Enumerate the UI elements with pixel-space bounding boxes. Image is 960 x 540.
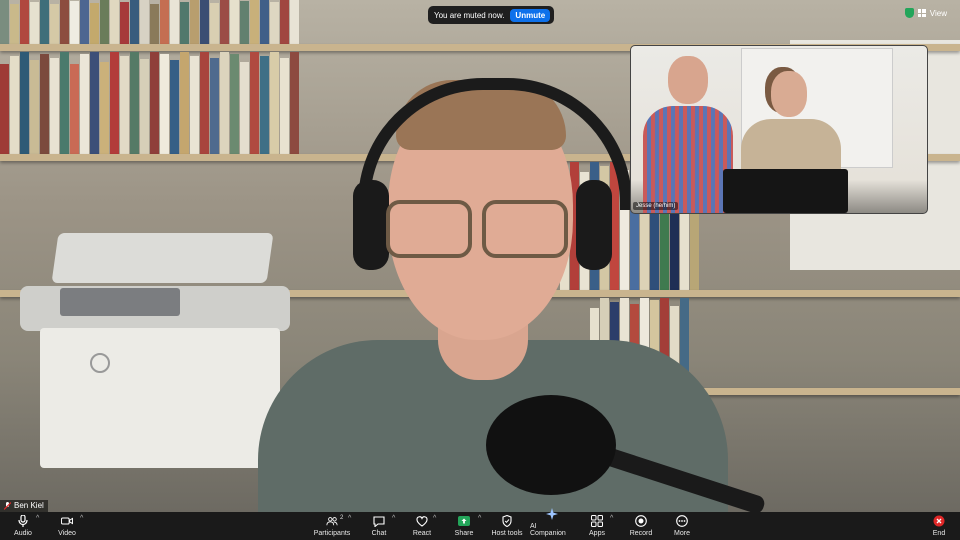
remote-person-left xyxy=(643,56,733,213)
chat-bubble-icon xyxy=(373,515,385,527)
chat-label: Chat xyxy=(371,530,387,537)
end-call-icon xyxy=(933,515,945,527)
more-label: More xyxy=(674,530,690,537)
mic-muted-icon xyxy=(4,502,11,510)
ai-companion-button[interactable]: AI Companion xyxy=(530,508,574,540)
more-dots-icon xyxy=(676,515,688,527)
view-label: View xyxy=(929,8,947,18)
participants-icon xyxy=(326,515,338,527)
remote-laptop xyxy=(723,169,848,213)
microphone xyxy=(486,395,616,495)
react-label: React xyxy=(412,530,432,537)
remote-participant-tile[interactable]: Jesse (he/him) xyxy=(630,45,928,214)
react-caret-icon[interactable]: ^ xyxy=(433,515,436,522)
share-label: Share xyxy=(454,530,474,537)
participants-count: 2 xyxy=(340,515,344,521)
security-shield-icon xyxy=(904,8,914,18)
host-tools-button[interactable]: Host tools xyxy=(490,512,524,540)
video-options-caret-icon[interactable]: ^ xyxy=(80,515,83,522)
audio-button[interactable]: Audio xyxy=(10,512,36,540)
muted-toast: You are muted now. Unmute xyxy=(428,6,555,24)
host-shield-icon xyxy=(501,515,513,527)
react-button[interactable]: React xyxy=(409,512,435,540)
sparkle-icon xyxy=(546,508,558,520)
heart-icon xyxy=(416,515,428,527)
video-camera-icon xyxy=(61,515,73,527)
host-tools-label: Host tools xyxy=(491,530,523,537)
share-button[interactable]: Share xyxy=(452,512,476,540)
glasses xyxy=(386,200,568,258)
chat-caret-icon[interactable]: ^ xyxy=(392,515,395,522)
video-label: Video xyxy=(58,530,76,537)
printer xyxy=(20,228,290,473)
chat-button[interactable]: Chat xyxy=(367,512,391,540)
audio-label: Audio xyxy=(14,530,32,537)
share-caret-icon[interactable]: ^ xyxy=(478,515,481,522)
record-icon xyxy=(635,515,647,527)
grid-view-icon xyxy=(917,9,926,17)
self-name-label: Ben Kiel xyxy=(0,500,48,512)
participants-caret-icon[interactable]: ^ xyxy=(348,515,351,522)
self-name-text: Ben Kiel xyxy=(14,501,44,510)
participants-button[interactable]: Participants xyxy=(312,512,352,540)
hp-logo-icon xyxy=(90,353,110,373)
participants-label: Participants xyxy=(313,530,351,537)
unmute-button[interactable]: Unmute xyxy=(510,8,551,22)
apps-button[interactable]: Apps xyxy=(586,512,608,540)
microphone-icon xyxy=(17,515,29,527)
ai-companion-label: AI Companion xyxy=(530,523,566,537)
record-label: Record xyxy=(629,530,653,537)
audio-options-caret-icon[interactable]: ^ xyxy=(36,515,39,522)
more-button[interactable]: More xyxy=(670,512,694,540)
share-screen-icon xyxy=(458,515,470,527)
video-button[interactable]: Video xyxy=(54,512,80,540)
apps-icon xyxy=(591,515,603,527)
muted-message: You are muted now. xyxy=(434,10,505,20)
record-button[interactable]: Record xyxy=(628,512,654,540)
end-meeting-button[interactable]: End xyxy=(928,512,950,540)
end-label: End xyxy=(932,530,946,537)
apps-label: Apps xyxy=(589,530,605,537)
view-button[interactable]: View xyxy=(900,6,952,20)
apps-caret-icon[interactable]: ^ xyxy=(610,515,613,522)
remote-name-label: Jesse (he/him) xyxy=(633,202,679,210)
meeting-toolbar: Audio ^ Video ^ Participants 2 ^ Chat ^ … xyxy=(0,508,960,540)
